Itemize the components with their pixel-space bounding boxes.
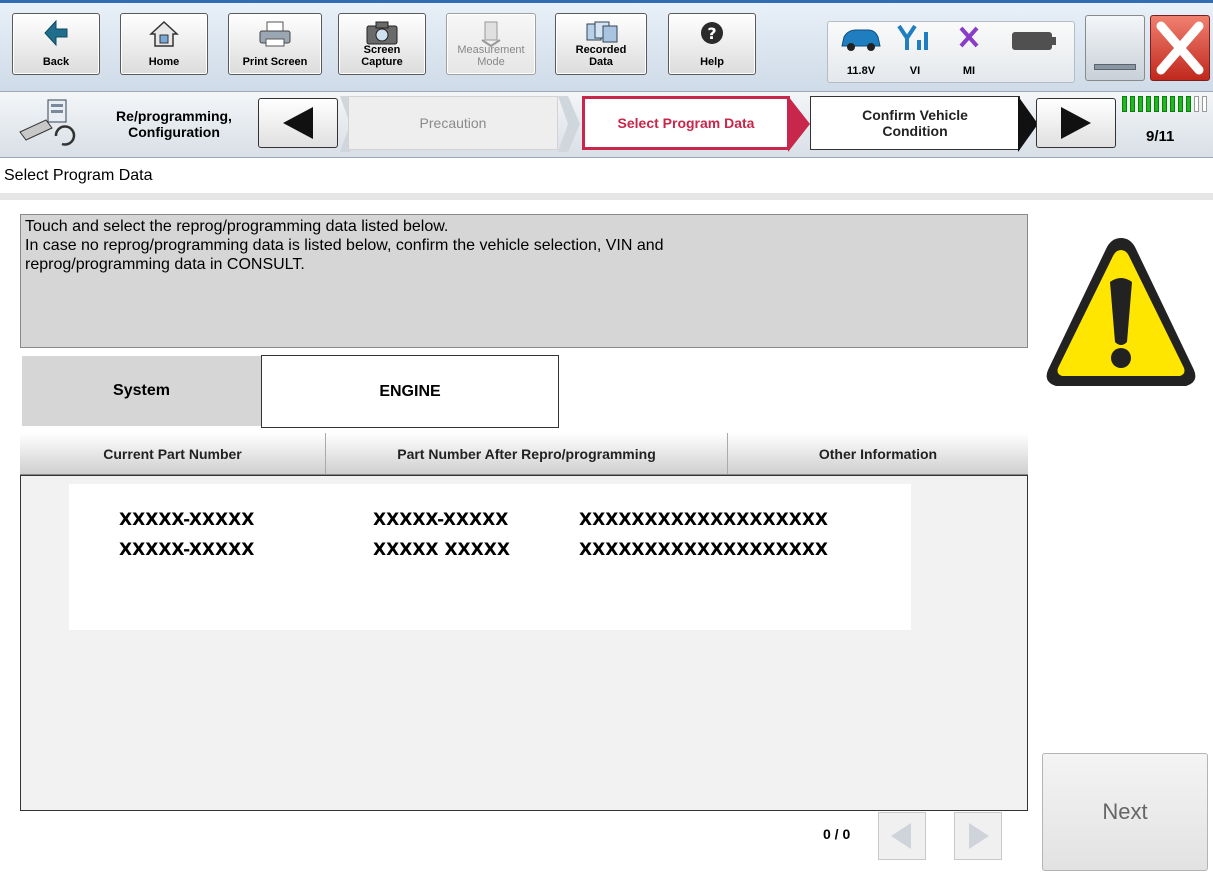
- progress-segment: [1202, 96, 1207, 112]
- progress-segment: [1194, 96, 1199, 112]
- arrow-left-icon: [891, 823, 911, 849]
- page-title: Select Program Data: [4, 167, 153, 184]
- column-other-information[interactable]: Other Information: [728, 433, 1028, 474]
- next-step-pointer-icon: [1018, 96, 1038, 152]
- mi-status: MI: [946, 22, 992, 82]
- svg-text:?: ?: [707, 24, 716, 43]
- home-label: Home: [148, 56, 180, 68]
- home-icon: [149, 20, 179, 47]
- voltage-label: 11.8V: [846, 65, 876, 77]
- progress-segment: [1138, 96, 1143, 112]
- recorded-data-label: Recorded Data: [575, 44, 627, 68]
- instruction-text: Touch and select the reprog/programming …: [25, 218, 664, 273]
- page-next-button[interactable]: [954, 812, 1002, 860]
- other-information-cell: XXXXXXXXXXXXXXXXXXX: [579, 510, 829, 530]
- program-data-table: XXXXX-XXXXX XXXXX-XXXXX XXXXXXXXXXXXXXXX…: [20, 475, 1028, 811]
- screen-capture-label: Screen Capture: [361, 44, 403, 68]
- measurement-mode-button[interactable]: Measurement Mode: [446, 13, 536, 75]
- mi-label: MI: [962, 65, 976, 77]
- battery-icon: [1012, 32, 1056, 50]
- battery-voltage: 11.8V: [838, 22, 884, 82]
- other-information-cell: XXXXXXXXXXXXXXXXXXX: [579, 540, 829, 560]
- step-separator-icon: [558, 96, 580, 152]
- new-part-number-cell: XXXXX XXXXX: [373, 540, 510, 560]
- progress-segment: [1122, 96, 1127, 112]
- car-icon: [841, 29, 881, 51]
- column-part-number-after[interactable]: Part Number After Repro/programming: [326, 433, 728, 474]
- progress-segment: [1178, 96, 1183, 112]
- recorded-data-button[interactable]: Recorded Data: [555, 13, 647, 75]
- column-current-part-number[interactable]: Current Part Number: [20, 433, 326, 474]
- toolbar: Back Home Print Screen Screen Capture Me…: [0, 0, 1213, 92]
- progress-segment: [1162, 96, 1167, 112]
- warning-icon: [1046, 238, 1196, 386]
- step-progress-bar: [1122, 96, 1207, 114]
- close-button[interactable]: [1150, 15, 1210, 81]
- camera-icon: [366, 21, 398, 45]
- back-button[interactable]: Back: [12, 13, 100, 75]
- vi-status: VI: [892, 22, 938, 82]
- step-select-program-data[interactable]: Select Program Data: [582, 96, 790, 150]
- print-screen-button[interactable]: Print Screen: [228, 13, 322, 75]
- instruction-panel: Touch and select the reprog/programming …: [20, 214, 1028, 348]
- close-icon: [1156, 21, 1204, 75]
- vi-signal-icon: [897, 24, 928, 50]
- vehicle-status-panel: 11.8V VI MI: [827, 21, 1075, 83]
- arrow-right-icon: [969, 823, 989, 849]
- program-data-list: XXXXX-XXXXX XXXXX-XXXXX XXXXXXXXXXXXXXXX…: [69, 484, 911, 630]
- minimize-bar: [1094, 64, 1136, 70]
- mi-disconnected-icon: [959, 26, 979, 48]
- help-icon: ?: [701, 22, 723, 44]
- arrow-right-icon: [1061, 107, 1091, 139]
- minimize-button[interactable]: [1085, 15, 1145, 81]
- table-row[interactable]: XXXXX-XXXXX XXXXX-XXXXX XXXXXXXXXXXXXXXX…: [69, 510, 911, 536]
- progress-segment: [1154, 96, 1159, 112]
- vi-label: VI: [909, 65, 921, 77]
- page-previous-button[interactable]: [878, 812, 926, 860]
- arrow-left-icon: [283, 107, 313, 139]
- print-screen-label: Print Screen: [242, 56, 308, 68]
- current-part-number-cell: XXXXX-XXXXX: [119, 510, 255, 530]
- back-label: Back: [42, 56, 70, 68]
- page-counter: 0 / 0: [823, 826, 851, 842]
- next-button[interactable]: Next: [1042, 753, 1208, 871]
- back-arrow-icon: [44, 20, 68, 47]
- step-navigation: Re/programming, Configuration Precaution…: [0, 92, 1213, 158]
- measurement-icon: [481, 21, 501, 48]
- reprogramming-icon: [19, 99, 76, 146]
- screen-capture-button[interactable]: Screen Capture: [338, 13, 426, 75]
- battery-status: [1006, 22, 1066, 82]
- mode-label: Re/programming, Configuration: [116, 108, 232, 140]
- title-divider: [0, 193, 1213, 200]
- current-part-number-cell: XXXXX-XXXXX: [119, 540, 255, 560]
- progress-segment: [1186, 96, 1191, 112]
- new-part-number-cell: XXXXX-XXXXX: [373, 510, 509, 530]
- home-button[interactable]: Home: [120, 13, 208, 75]
- next-step-button[interactable]: [1036, 98, 1116, 148]
- help-label: Help: [700, 56, 724, 68]
- step-precaution[interactable]: Precaution: [348, 96, 558, 150]
- progress-segment: [1146, 96, 1151, 112]
- current-step-pointer-icon: [788, 96, 810, 152]
- system-label: System: [22, 356, 261, 426]
- previous-step-button[interactable]: [258, 98, 338, 148]
- recorded-data-icon: [586, 21, 618, 43]
- system-value: ENGINE: [261, 355, 559, 428]
- help-button[interactable]: ? Help: [668, 13, 756, 75]
- step-confirm-vehicle-condition[interactable]: Confirm Vehicle Condition: [810, 96, 1020, 150]
- step-counter: 9/11: [1146, 128, 1175, 145]
- table-row[interactable]: XXXXX-XXXXX XXXXX XXXXX XXXXXXXXXXXXXXXX…: [69, 540, 911, 566]
- table-header: Current Part Number Part Number After Re…: [20, 433, 1028, 475]
- printer-icon: [259, 21, 291, 47]
- progress-segment: [1170, 96, 1175, 112]
- progress-segment: [1130, 96, 1135, 112]
